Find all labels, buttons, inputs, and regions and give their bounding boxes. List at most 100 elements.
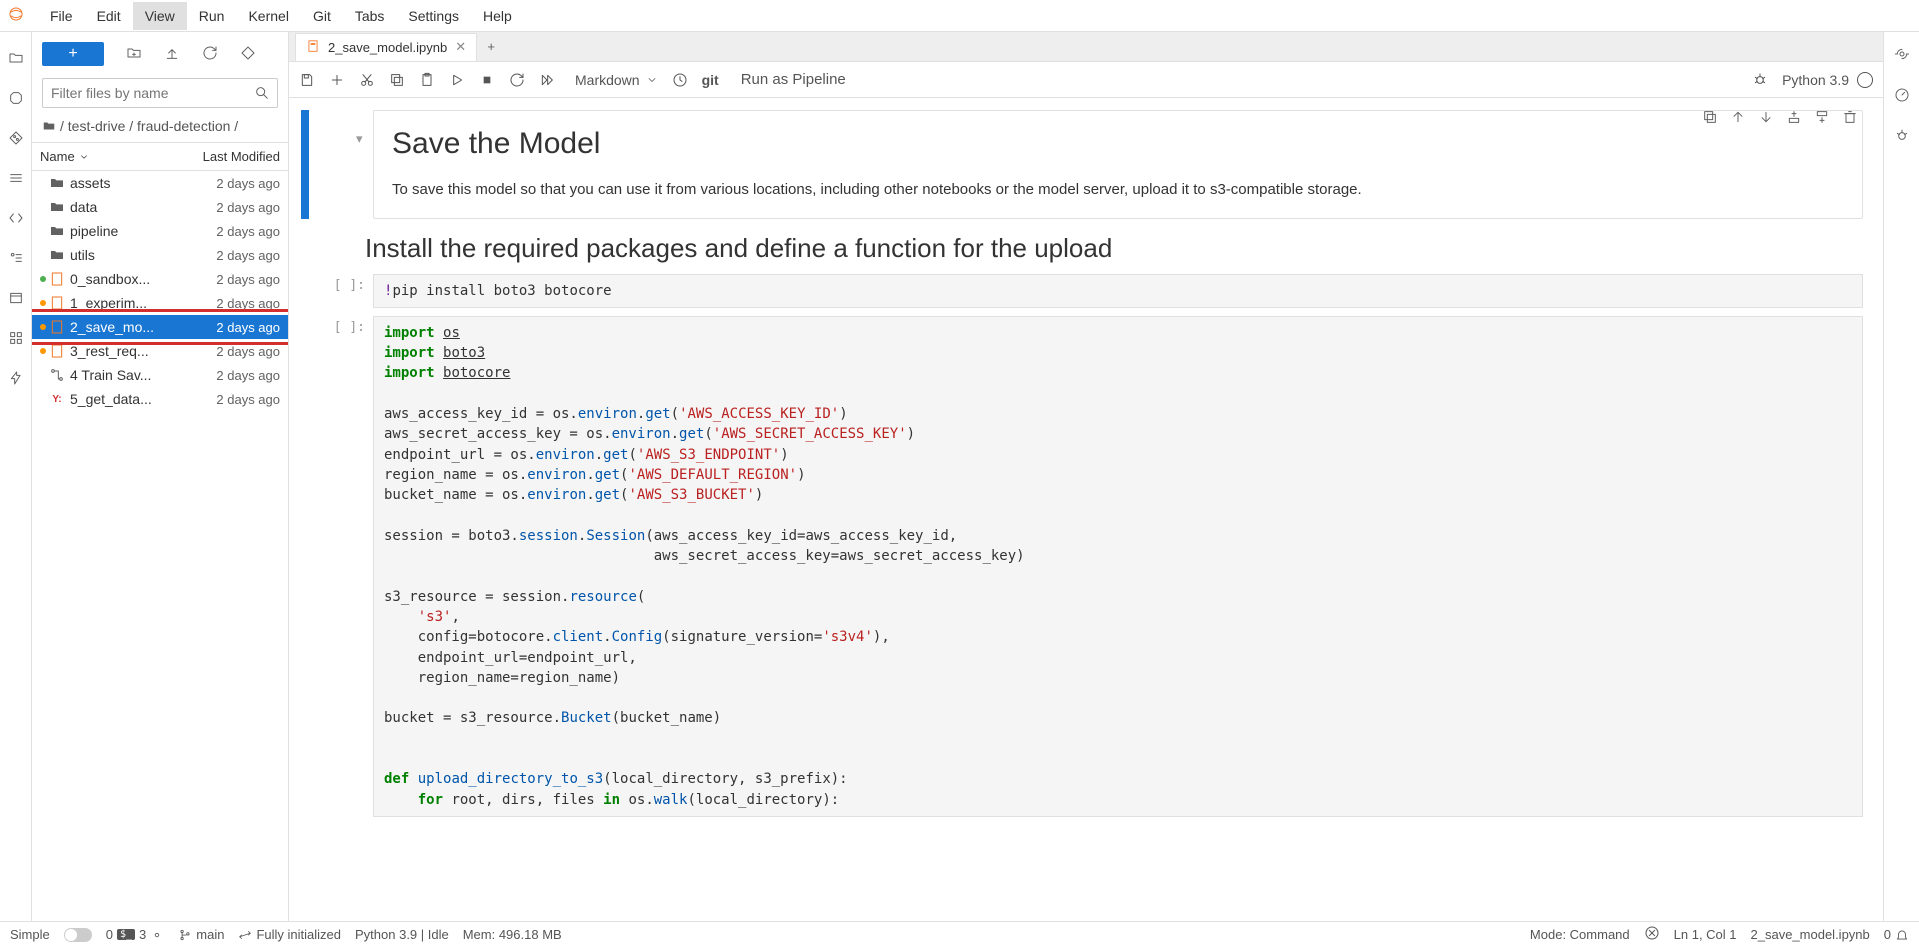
memory-info: Mem: 496.18 MB xyxy=(463,927,562,942)
add-tab-button[interactable]: + xyxy=(477,39,505,54)
git-button[interactable]: git xyxy=(702,72,719,88)
code-editor[interactable]: import os import boto3 import botocore a… xyxy=(373,316,1863,817)
cell-markdown-1[interactable]: ▾ Save the Model To save this model so t xyxy=(301,110,1863,219)
breadcrumb[interactable]: / test-drive / fraud-detection / xyxy=(32,110,288,142)
code-icon[interactable] xyxy=(6,208,26,228)
file-row[interactable]: 0_sandbox...2 days ago xyxy=(32,267,288,291)
stop-icon[interactable] xyxy=(479,72,495,88)
git-status: Fully initialized xyxy=(238,927,341,943)
new-launcher-button[interactable]: + xyxy=(42,42,104,66)
move-down-icon[interactable] xyxy=(1758,109,1774,128)
file-row[interactable]: Y:5_get_data...2 days ago xyxy=(32,387,288,411)
insert-above-icon[interactable] xyxy=(1786,109,1802,128)
code-editor[interactable]: !pip install boto3 botocore xyxy=(373,274,1863,308)
file-row[interactable]: 3_rest_req...2 days ago xyxy=(32,339,288,363)
file-list: assets2 days agodata2 days agopipeline2 … xyxy=(32,171,288,921)
cut-icon[interactable] xyxy=(359,72,375,88)
file-filter xyxy=(42,78,278,108)
notebook-toolbar: Markdown git Run as Pipeline Python 3.9 xyxy=(289,62,1883,98)
kernel-info[interactable]: Python 3.9 | Idle xyxy=(355,927,449,942)
cell-prompt: [ ]: xyxy=(315,274,373,308)
cell-code-1[interactable]: [ ]: !pip install boto3 botocore xyxy=(301,274,1863,308)
new-folder-icon[interactable] xyxy=(126,45,142,64)
clock-icon[interactable] xyxy=(672,72,688,88)
kernel-selector[interactable]: Python 3.9 xyxy=(1782,72,1873,88)
notebook-area: 2_save_model.ipynb ✕ + Markdown xyxy=(289,32,1883,921)
cell-code-2[interactable]: [ ]: import os import boto3 import botoc… xyxy=(301,316,1863,817)
col-modified[interactable]: Last Modified xyxy=(188,143,288,170)
menu-help[interactable]: Help xyxy=(471,2,524,30)
close-icon[interactable]: ✕ xyxy=(455,39,466,55)
cell-actions xyxy=(1702,109,1858,128)
menubar: FileEditViewRunKernelGitTabsSettingsHelp xyxy=(0,0,1919,32)
notebook-icon xyxy=(306,39,320,56)
extension-icon[interactable] xyxy=(6,368,26,388)
paste-icon[interactable] xyxy=(419,72,435,88)
menu-run[interactable]: Run xyxy=(187,2,237,30)
git-clone-icon[interactable] xyxy=(240,45,256,64)
notifications[interactable]: 0 xyxy=(1884,927,1909,943)
menu-file[interactable]: File xyxy=(38,2,85,30)
filter-input[interactable] xyxy=(42,78,278,108)
run-pipeline-button[interactable]: Run as Pipeline xyxy=(741,71,846,88)
gear-list-icon[interactable] xyxy=(6,248,26,268)
file-browser: + / test-drive / fraud-detection / Name xyxy=(32,32,289,921)
move-up-icon[interactable] xyxy=(1730,109,1746,128)
cursor-position[interactable]: Ln 1, Col 1 xyxy=(1674,927,1737,942)
folder-row[interactable]: pipeline2 days ago xyxy=(32,219,288,243)
folder-row[interactable]: assets2 days ago xyxy=(32,171,288,195)
delete-icon[interactable] xyxy=(1842,109,1858,128)
bug-icon[interactable] xyxy=(1752,72,1768,88)
cell-type-select[interactable]: Markdown xyxy=(575,72,658,88)
simple-label: Simple xyxy=(10,927,50,942)
notebook-tab[interactable]: 2_save_model.ipynb ✕ xyxy=(295,33,477,61)
menu-git[interactable]: Git xyxy=(301,2,343,30)
run-icon[interactable] xyxy=(449,72,465,88)
stop-icon[interactable] xyxy=(6,88,26,108)
menu-edit[interactable]: Edit xyxy=(85,2,133,30)
menu-kernel[interactable]: Kernel xyxy=(236,2,300,30)
file-row[interactable]: 4 Train Sav...2 days ago xyxy=(32,363,288,387)
git-icon[interactable] xyxy=(6,128,26,148)
run-all-icon[interactable] xyxy=(539,72,555,88)
save-icon[interactable] xyxy=(299,72,315,88)
file-row[interactable]: 1_experim...2 days ago xyxy=(32,291,288,315)
activity-bar-left xyxy=(0,32,32,921)
status-bar: Simple 0 $_ 3 main Fully initialized Pyt… xyxy=(0,921,1919,947)
gauge-icon[interactable] xyxy=(1894,87,1910,106)
col-name[interactable]: Name xyxy=(32,143,188,170)
list-icon[interactable] xyxy=(6,168,26,188)
folder-icon[interactable] xyxy=(6,48,26,68)
menu-tabs[interactable]: Tabs xyxy=(343,2,397,30)
duplicate-icon[interactable] xyxy=(1702,109,1718,128)
file-row[interactable]: 2_save_mo...2 days ago xyxy=(32,315,288,339)
search-icon xyxy=(254,85,270,104)
tab-label: 2_save_model.ipynb xyxy=(328,40,447,55)
collapse-chevron-icon[interactable]: ▾ xyxy=(356,131,363,147)
debugger-icon[interactable] xyxy=(1894,128,1910,147)
restart-icon[interactable] xyxy=(509,72,525,88)
activity-bar-right xyxy=(1883,32,1919,921)
property-inspector-icon[interactable] xyxy=(1894,46,1910,65)
refresh-icon[interactable] xyxy=(202,45,218,64)
upload-icon[interactable] xyxy=(164,45,180,64)
md-body: To save this model so that you can use i… xyxy=(392,179,1844,202)
active-filename: 2_save_model.ipynb xyxy=(1751,927,1870,942)
menu-settings[interactable]: Settings xyxy=(396,2,471,30)
add-cell-icon[interactable] xyxy=(329,72,345,88)
trusted-icon[interactable] xyxy=(1644,925,1660,944)
folder-row[interactable]: utils2 days ago xyxy=(32,243,288,267)
menu-view[interactable]: View xyxy=(133,2,187,30)
file-list-header: Name Last Modified xyxy=(32,142,288,171)
tab-bar: 2_save_model.ipynb ✕ + xyxy=(289,32,1883,62)
components-icon[interactable] xyxy=(6,328,26,348)
terminal-count[interactable]: 0 $_ 3 xyxy=(106,927,165,943)
window-icon[interactable] xyxy=(6,288,26,308)
copy-icon[interactable] xyxy=(389,72,405,88)
insert-below-icon[interactable] xyxy=(1814,109,1830,128)
md-heading-2[interactable]: Install the required packages and define… xyxy=(365,233,1863,264)
cell-prompt: [ ]: xyxy=(315,316,373,817)
folder-row[interactable]: data2 days ago xyxy=(32,195,288,219)
simple-toggle[interactable] xyxy=(64,928,92,942)
git-branch[interactable]: main xyxy=(178,927,224,943)
